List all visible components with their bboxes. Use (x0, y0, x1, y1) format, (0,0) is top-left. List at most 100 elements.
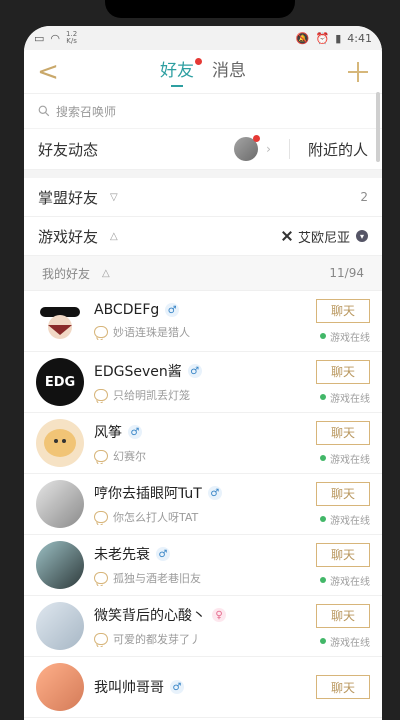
chat-bubble-icon (94, 511, 108, 523)
my-friends-title: 我的好友 △ (42, 265, 110, 282)
group-game-label: 游戏好友 (38, 227, 99, 246)
friend-name: 我叫帅哥哥 ♂ (94, 677, 302, 697)
friend-name: EDGSeven酱 ♂ (94, 361, 302, 381)
wifi-icon: ◠ (50, 31, 61, 45)
chevron-right-icon: › (266, 142, 271, 156)
friend-row[interactable]: EDG EDGSeven酱 ♂ 只给明凯丢灯笼 聊天 游戏在线 (24, 352, 382, 413)
online-status-text: 游戏在线 (330, 637, 370, 649)
friend-signature-text: 妙语连珠是猎人 (113, 326, 190, 339)
dynamic-avatar (234, 135, 261, 161)
friend-dynamic-entry[interactable]: 好友动态 (38, 139, 98, 160)
online-status: 游戏在线 (320, 451, 370, 466)
friend-actions: 聊天 游戏在线 (312, 298, 370, 344)
online-dot-icon (320, 577, 326, 583)
friend-row[interactable]: 哼你去插眼阿TuT ♂ 你怎么打人呀TAT 聊天 游戏在线 (24, 474, 382, 535)
speed-unit: K/s (66, 37, 77, 45)
friend-signature-text: 幻赛尔 (113, 450, 146, 463)
friend-signature-text: 孤独与酒老巷旧友 (113, 572, 201, 585)
male-icon: ♂ (170, 680, 184, 694)
camera-notch (105, 0, 295, 18)
friend-actions: 聊天 游戏在线 (312, 542, 370, 588)
friend-signature-text: 你怎么打人呀TAT (113, 511, 199, 524)
friend-row[interactable]: 未老先衰 ♂ 孤独与酒老巷旧友 聊天 游戏在线 (24, 535, 382, 596)
chat-button[interactable]: 聊天 (316, 542, 370, 567)
male-icon: ♂ (128, 425, 142, 439)
region-icon (282, 231, 292, 241)
online-status: 游戏在线 (320, 329, 370, 344)
online-status-text: 游戏在线 (330, 515, 370, 527)
scrollbar[interactable] (376, 92, 380, 162)
group-game[interactable]: 游戏好友 △ 艾欧尼亚 ▾ (24, 217, 382, 256)
vertical-divider (288, 139, 290, 159)
friend-row[interactable]: 微笑背后的心酸丶 ♀ 可爱的都发芽了丿 聊天 游戏在线 (24, 596, 382, 657)
dynamic-preview[interactable]: › 附近的人 (234, 135, 368, 161)
search-bar[interactable]: 搜索召唤师 (24, 94, 382, 129)
chat-button[interactable]: 聊天 (316, 603, 370, 628)
region-label: 艾欧尼亚 (297, 230, 350, 246)
friend-name-text: EDGSeven酱 (94, 364, 182, 380)
add-button[interactable] (344, 58, 372, 86)
nearby-people[interactable]: 附近的人 (308, 139, 368, 160)
avatar (36, 602, 84, 650)
friend-dynamic-label: 好友动态 (38, 140, 99, 159)
friend-signature: 幻赛尔 (94, 448, 302, 464)
online-dot-icon (320, 394, 326, 400)
my-friends-count: 11/94 (329, 266, 364, 280)
sim-icon: ▭ (34, 31, 45, 45)
my-friends-header[interactable]: 我的好友 △ 11/94 (24, 256, 382, 291)
friend-actions: 聊天 游戏在线 (312, 481, 370, 527)
friend-name-text: 未老先衰 (94, 547, 150, 563)
online-dot-icon (320, 455, 326, 461)
friend-name: 哼你去插眼阿TuT ♂ (94, 483, 302, 503)
friend-name: 微笑背后的心酸丶 ♀ (94, 605, 302, 625)
online-dot-icon (320, 516, 326, 522)
chat-button[interactable]: 聊天 (316, 298, 370, 323)
dog-eye (62, 439, 66, 443)
avatar (36, 297, 84, 345)
friend-name: 风筝 ♂ (94, 422, 302, 442)
female-icon: ♀ (212, 608, 226, 622)
friend-info: 微笑背后的心酸丶 ♀ 可爱的都发芽了丿 (84, 605, 312, 647)
friend-info: 哼你去插眼阿TuT ♂ 你怎么打人呀TAT (84, 483, 312, 525)
friend-list: ABCDEFg ♂ 妙语连珠是猎人 聊天 游戏在线 EDG EDGSeven酱 … (24, 291, 382, 718)
search-icon (38, 105, 50, 117)
online-status: 游戏在线 (320, 512, 370, 527)
online-dot-icon (320, 638, 326, 644)
chat-button[interactable]: 聊天 (316, 420, 370, 445)
my-friends-label: 我的好友 (42, 266, 91, 281)
friend-actions: 聊天 游戏在线 (312, 603, 370, 649)
friend-row[interactable]: 风筝 ♂ 幻赛尔 聊天 游戏在线 (24, 413, 382, 474)
clock: 4:41 (347, 31, 372, 45)
group-zhangmeng[interactable]: 掌盟好友 ▽ 2 (24, 178, 382, 217)
group-zhangmeng-title: 掌盟好友 ▽ (38, 187, 118, 208)
online-status-text: 游戏在线 (330, 454, 370, 466)
friend-row[interactable]: ABCDEFg ♂ 妙语连珠是猎人 聊天 游戏在线 (24, 291, 382, 352)
tab-friends[interactable]: 好友 (160, 56, 202, 87)
friend-name-text: 哼你去插眼阿TuT (94, 486, 202, 502)
chat-button[interactable]: 聊天 (316, 359, 370, 384)
device-frame: ▭ ◠ 1.2 K/s 🔕 ⏰ ▮ 4:41 < 好友 消息 搜索召唤师 好友动… (0, 0, 400, 720)
chat-button[interactable]: 聊天 (316, 675, 370, 699)
top-header: < 好友 消息 (24, 50, 382, 94)
online-status: 游戏在线 (320, 390, 370, 405)
online-status-text: 游戏在线 (330, 576, 370, 588)
male-icon: ♂ (187, 364, 202, 378)
friend-signature: 可爱的都发芽了丿 (94, 631, 302, 647)
friend-name: 未老先衰 ♂ (94, 544, 302, 564)
online-status: 游戏在线 (320, 573, 370, 588)
chat-bubble-icon (94, 389, 108, 401)
friend-info: EDGSeven酱 ♂ 只给明凯丢灯笼 (84, 361, 312, 403)
friend-row[interactable]: 我叫帅哥哥 ♂ 聊天 (24, 657, 382, 718)
chat-bubble-icon (94, 572, 108, 584)
online-dot-icon (320, 333, 326, 339)
region-selector[interactable]: 艾欧尼亚 ▾ (282, 227, 368, 246)
tab-messages[interactable]: 消息 (212, 56, 246, 87)
notification-dot (195, 58, 202, 65)
friend-signature: 你怎么打人呀TAT (94, 509, 302, 525)
chat-button[interactable]: 聊天 (316, 481, 370, 506)
friend-info: 未老先衰 ♂ 孤独与酒老巷旧友 (84, 544, 312, 586)
search-input[interactable]: 搜索召唤师 (56, 103, 116, 120)
back-button[interactable]: < (34, 57, 62, 87)
group-zhangmeng-label: 掌盟好友 (38, 188, 99, 207)
dropdown-icon: ▾ (356, 230, 368, 242)
